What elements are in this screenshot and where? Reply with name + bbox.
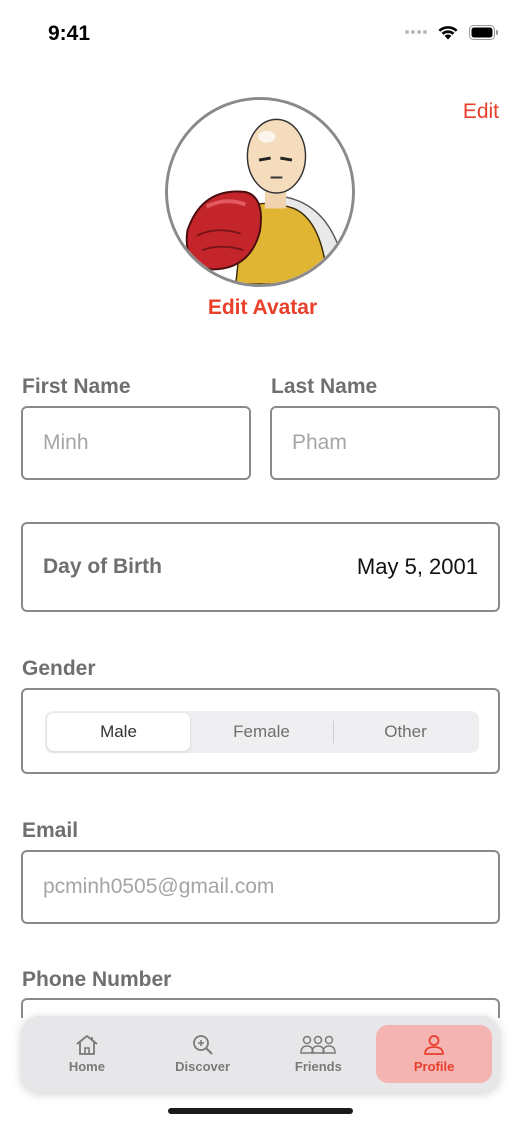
- email-field: [21, 850, 500, 924]
- discover-icon: [192, 1035, 213, 1055]
- tab-home[interactable]: Home: [29, 1025, 145, 1083]
- status-bar: 9:41: [0, 0, 525, 66]
- tab-friends-label: Friends: [294, 1059, 342, 1074]
- first-name-label: First Name: [22, 375, 131, 398]
- edit-button[interactable]: Edit: [463, 100, 499, 124]
- email-input[interactable]: [23, 852, 498, 922]
- dob-label: Day of Birth: [43, 555, 163, 578]
- home-indicator[interactable]: [168, 1108, 353, 1114]
- tab-bar: Home Discover Friends Profile: [21, 1016, 500, 1092]
- gender-segmented-control[interactable]: Male Female Other: [45, 711, 479, 753]
- tab-profile[interactable]: Profile: [376, 1025, 492, 1083]
- gender-field: Male Female Other: [21, 688, 500, 774]
- status-time: 9:41: [48, 22, 91, 45]
- email-label: Email: [22, 819, 79, 842]
- wifi-icon: [437, 24, 459, 40]
- phone-label: Phone Number: [22, 968, 172, 991]
- gender-option-male[interactable]: Male: [47, 713, 190, 751]
- avatar-image: [168, 100, 352, 284]
- profile-icon: [424, 1035, 445, 1055]
- edit-avatar-button[interactable]: Edit Avatar: [0, 296, 525, 320]
- phone-field[interactable]: [21, 998, 500, 1018]
- battery-icon: [469, 24, 499, 40]
- home-icon: [76, 1035, 98, 1055]
- friends-icon: [300, 1035, 337, 1054]
- first-name-field: [21, 406, 251, 480]
- tab-discover[interactable]: Discover: [145, 1025, 261, 1083]
- gender-label: Gender: [22, 657, 96, 680]
- tab-home-label: Home: [68, 1059, 105, 1074]
- dob-picker[interactable]: Day of Birth May 5, 2001: [21, 522, 500, 612]
- first-name-input[interactable]: [23, 408, 249, 478]
- tab-profile-label: Profile: [413, 1059, 455, 1074]
- tab-friends[interactable]: Friends: [261, 1025, 377, 1083]
- avatar[interactable]: [165, 97, 355, 287]
- tab-discover-label: Discover: [175, 1059, 231, 1074]
- last-name-field: [270, 406, 500, 480]
- status-icons: [405, 24, 499, 40]
- signal-icon: [405, 30, 427, 34]
- gender-option-other[interactable]: Other: [334, 713, 477, 751]
- dob-value[interactable]: May 5, 2001: [357, 554, 478, 580]
- last-name-label: Last Name: [271, 375, 378, 398]
- last-name-input[interactable]: [272, 408, 498, 478]
- gender-option-female[interactable]: Female: [190, 713, 333, 751]
